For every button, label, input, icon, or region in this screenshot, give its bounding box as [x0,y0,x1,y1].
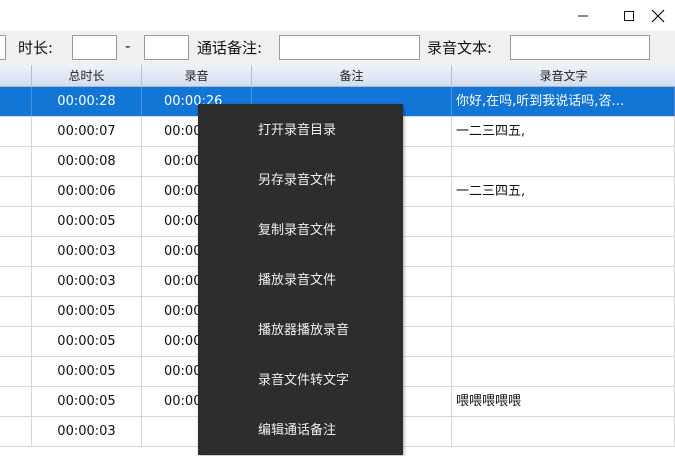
total-duration-cell[interactable]: 00:00:05 [32,327,142,356]
context-menu-item[interactable]: 另存录音文件 [198,156,403,206]
duration-max-input[interactable] [144,35,189,60]
row-indicator-cell[interactable] [0,417,32,446]
recording-text-cell[interactable] [452,237,675,266]
close-button[interactable] [651,0,675,31]
recording-text-input[interactable] [510,35,650,60]
close-icon [651,9,665,22]
minimize-button[interactable] [560,0,606,31]
recording-text-cell[interactable]: 喂喂喂喂喂 [452,387,675,416]
context-menu-item[interactable]: 复制录音文件 [198,206,403,256]
total-duration-cell[interactable]: 00:00:08 [32,147,142,176]
total-duration-cell[interactable]: 00:00:03 [32,267,142,296]
row-indicator-cell[interactable] [0,117,32,146]
total-duration-cell[interactable]: 00:00:03 [32,417,142,446]
note-input[interactable] [279,35,420,60]
context-menu-item[interactable]: 录音文件转文字 [198,356,403,406]
note-label: 通话备注: [197,39,263,57]
row-indicator-cell[interactable] [0,237,32,266]
title-bar [0,0,675,31]
recording-text-cell[interactable] [452,147,675,176]
recording-text-cell[interactable] [452,327,675,356]
row-indicator-cell[interactable] [0,87,32,116]
minimize-icon [578,15,588,16]
recording-text-cell[interactable]: 你好,在吗,听到我说话吗,咨… [452,87,675,116]
total-duration-cell[interactable]: 00:00:05 [32,207,142,236]
row-indicator-cell[interactable] [0,387,32,416]
row-indicator-cell[interactable] [0,267,32,296]
column-header-note[interactable]: 备注 [252,65,452,87]
context-menu-item[interactable]: 播放器播放录音 [198,306,403,356]
row-indicator-cell[interactable] [0,357,32,386]
total-duration-cell[interactable]: 00:00:28 [32,87,142,116]
row-indicator-cell[interactable] [0,297,32,326]
column-header-total-duration[interactable]: 总时长 [32,65,142,87]
recording-text-cell[interactable]: 一二三四五, [452,177,675,206]
context-menu: 打开录音目录 另存录音文件 复制录音文件 播放录音文件 播放器播放录音 录音文件转文字 编辑… [198,104,403,455]
row-indicator-cell[interactable] [0,327,32,356]
total-duration-cell[interactable]: 00:00:06 [32,177,142,206]
recording-text-cell[interactable] [452,297,675,326]
context-menu-item[interactable]: 编辑通话备注 [198,406,403,456]
column-header-recording-text[interactable]: 录音文字 [452,65,675,87]
duration-label: 时长: [18,39,54,57]
total-duration-cell[interactable]: 00:00:05 [32,297,142,326]
total-duration-cell[interactable]: 00:00:07 [32,117,142,146]
recording-text-cell[interactable] [452,417,675,446]
row-indicator-cell[interactable] [0,177,32,206]
previous-filter-field[interactable] [0,35,6,60]
column-header-row-indicator[interactable] [0,65,32,87]
grid-header: 总时长 录音 备注 录音文字 [0,65,675,87]
recording-text-cell[interactable] [452,267,675,296]
duration-min-input[interactable] [72,35,117,60]
recording-text-cell[interactable] [452,357,675,386]
total-duration-cell[interactable]: 00:00:03 [32,237,142,266]
recording-text-cell[interactable] [452,207,675,236]
duration-dash: - [125,37,131,55]
total-duration-cell[interactable]: 00:00:05 [32,357,142,386]
column-header-recording[interactable]: 录音 [142,65,252,87]
maximize-icon [624,10,634,21]
recording-text-label: 录音文本: [427,39,493,57]
row-indicator-cell[interactable] [0,207,32,236]
context-menu-item[interactable]: 打开录音目录 [198,106,403,156]
maximize-button[interactable] [606,0,652,31]
filter-bar: 时长: - 通话备注: 录音文本: [0,31,675,65]
recording-text-cell[interactable]: 一二三四五, [452,117,675,146]
total-duration-cell[interactable]: 00:00:05 [32,387,142,416]
context-menu-item[interactable]: 播放录音文件 [198,256,403,306]
row-indicator-cell[interactable] [0,147,32,176]
